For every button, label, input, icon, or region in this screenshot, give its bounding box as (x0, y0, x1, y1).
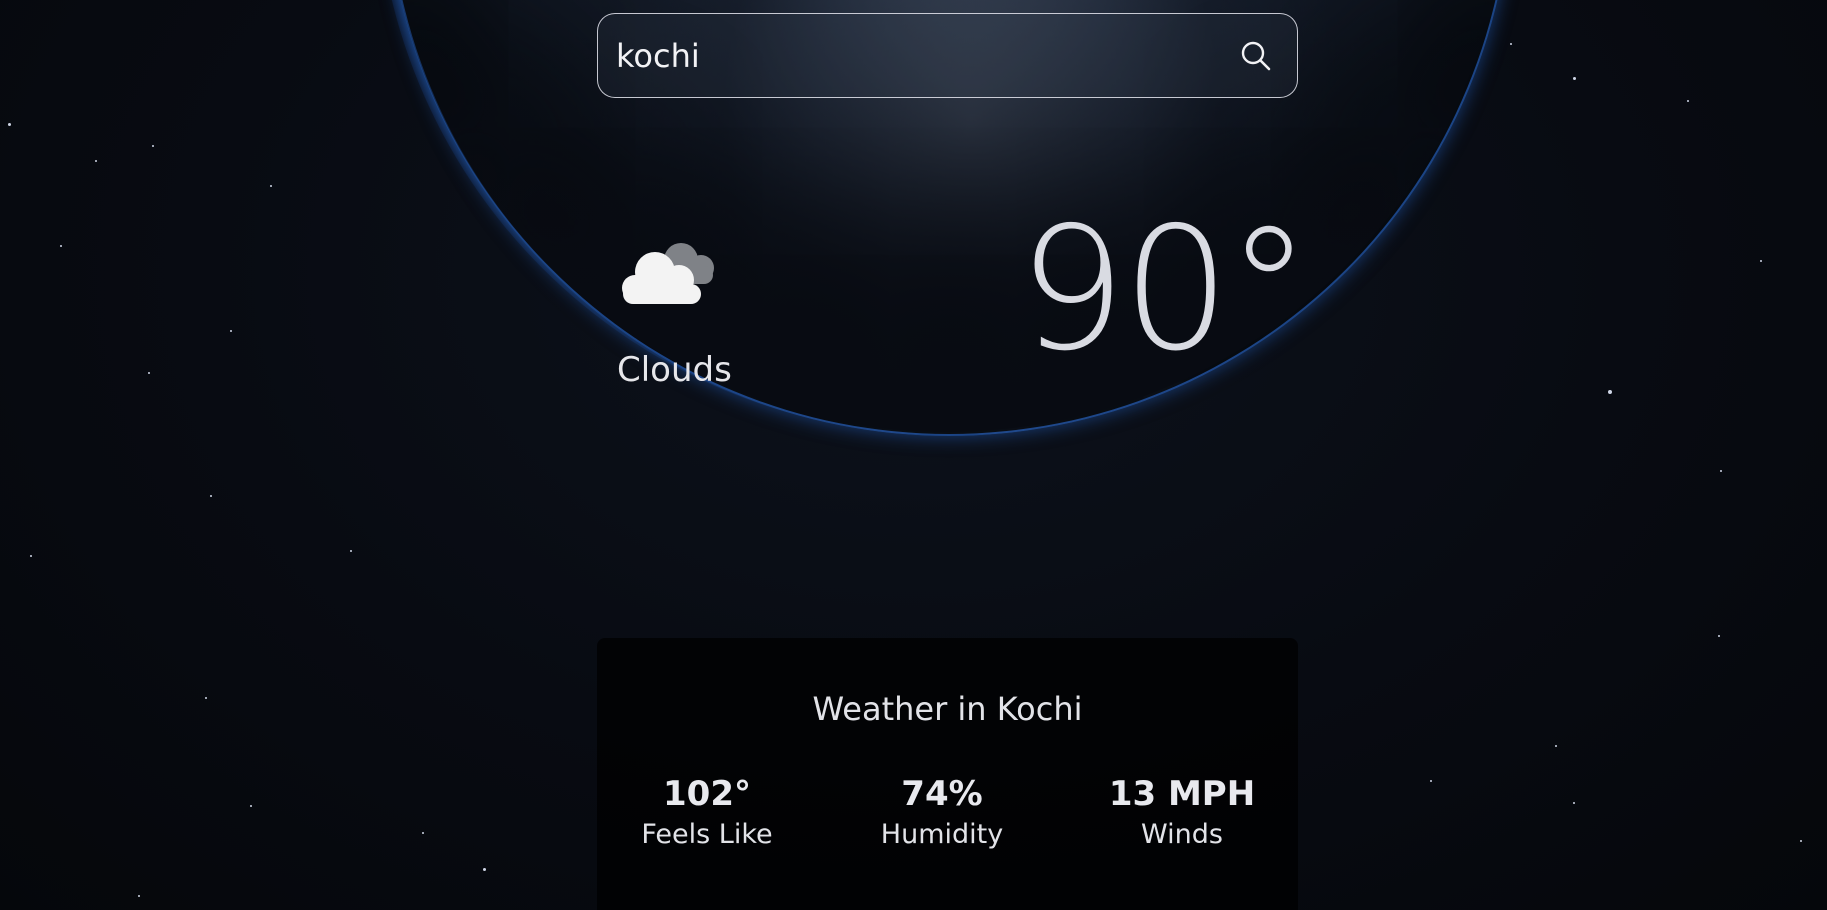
winds-value: 13 MPH (1108, 774, 1256, 814)
city-search-input[interactable] (598, 24, 1231, 87)
search-button[interactable] (1231, 31, 1281, 81)
weather-condition: Clouds (617, 350, 732, 390)
stat-feels-like: 102° Feels Like (607, 774, 807, 850)
weather-app: Clouds 90° Weather in Kochi 102° Feels L… (0, 0, 1827, 910)
feels-like-label: Feels Like (641, 818, 773, 850)
humidity-label: Humidity (880, 818, 1004, 850)
humidity-value: 74% (901, 774, 983, 814)
stat-winds: 13 MPH Winds (1082, 774, 1282, 850)
winds-label: Winds (1141, 818, 1223, 850)
weather-details-card: Weather in Kochi 102° Feels Like 74% Hum… (597, 638, 1298, 910)
clouds-icon (622, 243, 714, 304)
feels-like-value: 102° (663, 774, 751, 814)
search-icon (1241, 41, 1271, 70)
stat-humidity: 74% Humidity (842, 774, 1042, 850)
details-title: Weather in Kochi (812, 690, 1083, 728)
current-temperature: 90° (1018, 191, 1311, 389)
search-bar (597, 13, 1298, 98)
